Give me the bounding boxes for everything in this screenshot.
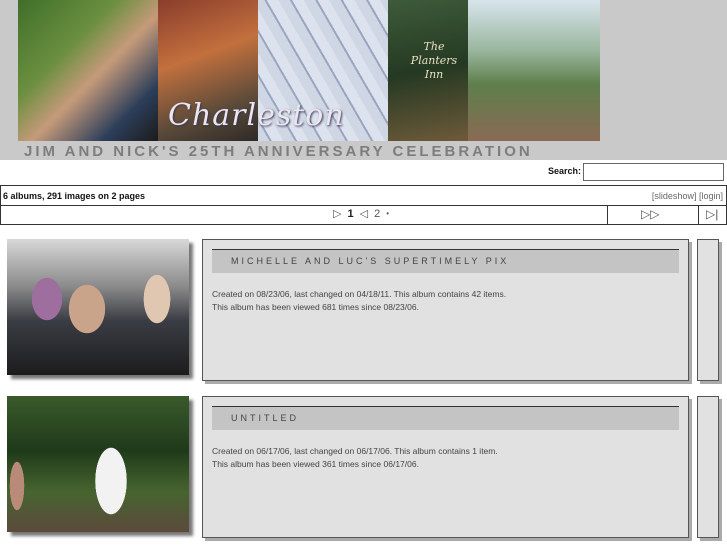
album-item: MICHELLE AND LUC'S SUPERTIMELY PIX Creat… bbox=[0, 239, 727, 385]
album-thumbnail[interactable] bbox=[7, 239, 189, 375]
header-banner-image: Charleston The Planters Inn bbox=[18, 0, 600, 141]
page-2-link[interactable]: 2 bbox=[374, 208, 380, 220]
login-link[interactable]: [login] bbox=[699, 191, 723, 201]
album-title[interactable]: MICHELLE AND LUC'S SUPERTIMELY PIX bbox=[212, 249, 679, 273]
album-description: Created on 06/17/06, last changed on 06/… bbox=[212, 445, 498, 470]
banner-sign-text: The Planters Inn bbox=[410, 40, 458, 81]
pager: ▷ 1 ◁ 2 • bbox=[333, 207, 389, 221]
album-created-text: Created on 06/17/06, last changed on 06/… bbox=[212, 446, 498, 456]
album-count-text: 6 albums, 291 images on 2 pages bbox=[3, 191, 146, 201]
fast-forward-icon[interactable]: ▷▷ bbox=[641, 207, 659, 221]
banner-photo-couple bbox=[18, 0, 158, 141]
album-views-text: This album has been viewed 361 times sin… bbox=[212, 458, 419, 469]
bullet-icon: • bbox=[386, 209, 389, 218]
info-links: [slideshow] [login] bbox=[652, 191, 723, 201]
album-item: UNTITLED Created on 06/17/06, last chang… bbox=[0, 396, 727, 542]
album-card: MICHELLE AND LUC'S SUPERTIMELY PIX Creat… bbox=[202, 239, 689, 381]
album-thumbnail[interactable] bbox=[7, 396, 189, 532]
next-arrow-icon[interactable]: ▷ bbox=[333, 207, 341, 220]
slideshow-link[interactable]: [slideshow] bbox=[652, 191, 697, 201]
album-side-panel bbox=[697, 239, 719, 381]
nav-divider bbox=[607, 206, 608, 224]
album-card: UNTITLED Created on 06/17/06, last chang… bbox=[202, 396, 689, 538]
album-views-text: This album has been viewed 681 times sin… bbox=[212, 301, 419, 312]
album-description: Created on 08/23/06, last changed on 04/… bbox=[212, 288, 506, 313]
info-bar: 6 albums, 291 images on 2 pages [slidesh… bbox=[0, 185, 727, 206]
search-input[interactable] bbox=[583, 163, 724, 181]
prev-arrow-icon[interactable]: ◁ bbox=[360, 207, 368, 220]
page-title: JIM AND NICK'S 25TH ANNIVERSARY CELEBRAT… bbox=[24, 143, 533, 160]
nav-divider bbox=[698, 206, 699, 224]
album-side-panel bbox=[697, 396, 719, 538]
banner-script-text: Charleston bbox=[168, 98, 345, 133]
album-title[interactable]: UNTITLED bbox=[212, 406, 679, 430]
last-page-icon[interactable]: ▷| bbox=[706, 207, 718, 221]
search-label: Search: bbox=[548, 166, 582, 176]
pagination-bar: ▷ 1 ◁ 2 • ▷▷ ▷| bbox=[0, 206, 727, 225]
album-created-text: Created on 08/23/06, last changed on 04/… bbox=[212, 289, 507, 299]
banner-photo-garden bbox=[468, 0, 600, 141]
current-page: 1 bbox=[347, 207, 354, 220]
